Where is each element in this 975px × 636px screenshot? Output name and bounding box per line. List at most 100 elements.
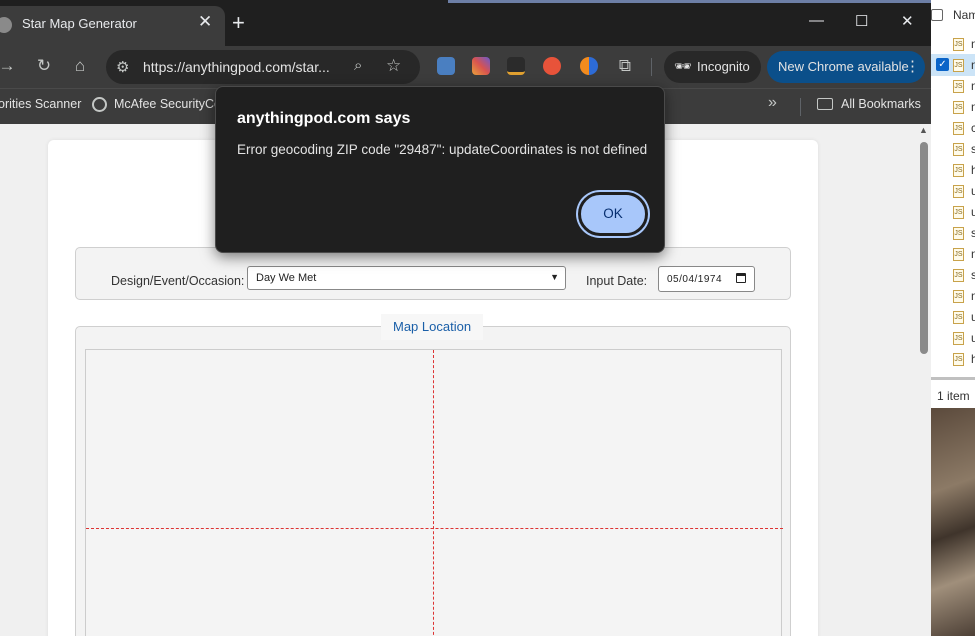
select-all-checkbox[interactable] [931, 9, 943, 21]
address-bar[interactable]: ⚙ https://anythingpod.com/star... ⌕ ☆ [106, 50, 420, 84]
js-file-icon: JS [953, 143, 964, 156]
more-vert-icon[interactable]: ⋮ [905, 57, 920, 75]
name-column-header[interactable]: Nam [953, 8, 975, 22]
dialog-title: anythingpod.com says [237, 110, 411, 127]
scroll-up-arrow-icon[interactable]: ▲ [919, 125, 928, 135]
file-name: n [971, 79, 975, 93]
file-row[interactable]: JS n [951, 35, 975, 55]
extension-image-icon[interactable] [437, 57, 455, 75]
extension-pen-icon[interactable] [472, 57, 490, 75]
file-name: c [971, 121, 975, 135]
favicon-icon [0, 17, 12, 33]
chevrons-right-icon[interactable]: » [768, 94, 777, 112]
file-row[interactable]: JS n [951, 98, 975, 118]
file-row[interactable]: JS n [951, 287, 975, 307]
map-canvas[interactable] [85, 349, 783, 636]
new-tab-icon[interactable]: + [232, 12, 245, 34]
js-file-icon: JS [953, 206, 964, 219]
file-row[interactable]: JS s [951, 266, 975, 286]
file-row[interactable]: JS u [951, 182, 975, 202]
toolbar: → ↻ ⌂ ⚙ https://anythingpod.com/star... … [0, 46, 931, 88]
file-name: u [971, 331, 975, 345]
file-name: h [971, 352, 975, 366]
forward-icon[interactable]: → [0, 56, 18, 76]
crosshair-horizontal [86, 528, 783, 529]
file-row[interactable]: JS n [951, 245, 975, 265]
file-explorer-panel: Nam ✓ JS n JS n JS n JS n JS c JS s JS h JS u JS u JS s JS n J… [931, 0, 975, 636]
file-row[interactable]: JS u [951, 308, 975, 328]
incognito-icon: 🕶 [674, 58, 692, 74]
file-row[interactable]: JS h [951, 350, 975, 370]
tab-strip: Star Map Generator ✕ + — ☐ ✕ [0, 0, 931, 46]
js-file-icon: JS [953, 290, 964, 303]
design-select[interactable]: Day We Met ▼ [247, 266, 566, 290]
calendar-icon[interactable] [736, 273, 746, 283]
js-file-icon: JS [953, 353, 964, 366]
home-icon[interactable]: ⌂ [69, 56, 91, 76]
status-text: 1 item [937, 389, 970, 403]
js-file-icon: JS [953, 248, 964, 261]
bookmark-mcafee[interactable]: McAfee SecurityCen [114, 97, 228, 111]
alert-dialog: anythingpod.com says Error geocoding ZIP… [215, 86, 665, 253]
tab-star-map-generator[interactable]: Star Map Generator ✕ [0, 6, 225, 46]
checked-checkbox-icon[interactable]: ✓ [936, 58, 949, 71]
file-row[interactable]: JS h [951, 161, 975, 181]
crosshair-vertical [433, 350, 434, 636]
extensions-puzzle-icon[interactable]: ⧉ [614, 56, 636, 76]
site-info-icon[interactable]: ⚙ [116, 58, 129, 76]
date-label: Input Date: [586, 274, 648, 288]
incognito-label: Incognito [697, 59, 750, 74]
screen: Star Map Generator ✕ + — ☐ ✕ → ↻ ⌂ ⚙ htt… [0, 0, 975, 636]
incognito-chip[interactable]: 🕶 Incognito [664, 51, 761, 83]
js-file-icon: JS [953, 227, 964, 240]
minimize-icon[interactable]: — [809, 12, 824, 29]
file-name: u [971, 310, 975, 324]
js-file-icon: JS [953, 185, 964, 198]
file-row[interactable]: JS c [951, 119, 975, 139]
file-name: s [971, 268, 975, 282]
file-row[interactable]: JS u [951, 203, 975, 223]
js-file-icon: JS [953, 101, 964, 114]
file-name: s [971, 226, 975, 240]
new-chrome-available-button[interactable]: New Chrome available ⋮ [767, 51, 925, 83]
file-row[interactable]: JS s [951, 224, 975, 244]
caret-down-icon: ▼ [550, 272, 559, 282]
extension-circle-icon[interactable] [580, 57, 598, 75]
date-input[interactable]: 05/04/1974 [658, 266, 755, 292]
js-file-icon: JS [953, 269, 964, 282]
design-select-value: Day We Met [256, 272, 317, 284]
map-fieldset: Map Location [75, 314, 791, 636]
file-name: n [971, 58, 975, 72]
extension-hat-icon[interactable] [507, 57, 525, 75]
url-text[interactable]: https://anythingpod.com/star... [143, 59, 330, 75]
file-name: h [971, 163, 975, 177]
maximize-icon[interactable]: ☐ [855, 12, 868, 30]
file-row[interactable]: JS n [951, 77, 975, 97]
ok-button[interactable]: OK [578, 192, 648, 236]
file-name: n [971, 100, 975, 114]
file-row[interactable]: JS u [951, 329, 975, 349]
globe-icon [92, 97, 107, 112]
all-bookmarks[interactable]: All Bookmarks [841, 97, 921, 111]
file-name: n [971, 289, 975, 303]
file-row[interactable]: JS n [951, 56, 975, 76]
file-name: u [971, 205, 975, 219]
bookmark-scanner[interactable]: orities Scanner [0, 97, 81, 111]
tab-close-icon[interactable]: ✕ [198, 12, 212, 32]
design-label: Design/Event/Occasion: [111, 274, 245, 288]
zoom-icon[interactable]: ⌕ [354, 57, 362, 74]
file-name: n [971, 37, 975, 51]
js-file-icon: JS [953, 38, 964, 51]
reload-icon[interactable]: ↻ [33, 56, 55, 76]
browser-window: Star Map Generator ✕ + — ☐ ✕ → ↻ ⌂ ⚙ htt… [0, 0, 931, 636]
scrollbar-thumb[interactable] [920, 142, 928, 354]
file-name: u [971, 184, 975, 198]
js-file-icon: JS [953, 332, 964, 345]
bookmark-star-icon[interactable]: ☆ [386, 56, 401, 76]
file-row[interactable]: JS s [951, 140, 975, 160]
close-window-icon[interactable]: ✕ [901, 12, 914, 30]
toolbar-divider [651, 58, 652, 76]
background-window-strip [448, 0, 931, 3]
folder-icon [817, 98, 833, 110]
extension-ai-icon[interactable] [543, 57, 561, 75]
